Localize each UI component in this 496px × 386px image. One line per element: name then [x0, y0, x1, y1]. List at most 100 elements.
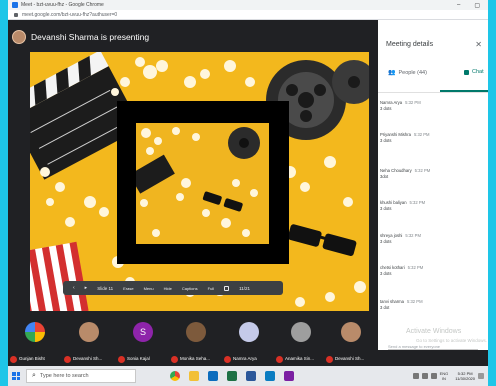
panel-title: Meeting details — [386, 41, 434, 48]
prev-slide-icon[interactable]: ‹ — [73, 285, 75, 291]
slide-count: 11/21 — [239, 285, 251, 291]
participant-tile[interactable]: Gunjan Bisht — [10, 322, 62, 366]
chat-message: Neha Choudhary 5:32 PM 3dot — [380, 168, 480, 180]
tab-chat-label: Chat — [472, 69, 484, 75]
erase-tool[interactable]: Erase — [123, 286, 133, 291]
participant-avatar — [79, 322, 99, 342]
chat-text: 3 dot — [380, 305, 390, 310]
chat-text: 3 dots — [380, 206, 392, 211]
nested-presentation-image — [136, 123, 269, 244]
participant-avatar — [239, 322, 259, 342]
participant-avatar — [341, 322, 361, 342]
tab-people[interactable]: 👥 People (44) — [388, 69, 427, 77]
chat-time: 5:32 PM — [405, 233, 421, 238]
participant-name: Devanshi Sh... — [73, 356, 103, 361]
presenter-text: Devanshi Sharma is presenting — [31, 32, 150, 42]
title-bar: Meet - bzt-uvuu-fhz - Google Chrome – ▢ — [8, 0, 488, 10]
nested-share-frame — [117, 101, 289, 264]
chat-icon — [464, 69, 469, 75]
taskbar: ⌕ Type here to search ENG IN 5:32 PM 11/… — [8, 366, 488, 386]
participant-tile[interactable]: Devanshi Sh... — [326, 322, 378, 366]
excel-icon[interactable] — [227, 371, 237, 381]
taskbar-search[interactable]: ⌕ Type here to search — [26, 369, 136, 383]
minimize-button[interactable]: – — [457, 2, 460, 9]
tab-divider — [378, 92, 488, 93]
chat-sender: chetsi kothari — [380, 265, 405, 270]
chat-time: 5:32 PM — [413, 132, 430, 137]
participant-name: Gunjan Bisht — [19, 356, 45, 361]
zoom-icon[interactable] — [224, 285, 230, 291]
presenter-avatar — [12, 30, 26, 44]
participants-strip: Gunjan Bisht Devanshi Sh... S Sonia Kaja… — [8, 316, 378, 366]
region-label: IN — [441, 376, 446, 381]
word-icon[interactable] — [246, 371, 256, 381]
close-icon[interactable]: ✕ — [475, 40, 482, 49]
participant-avatar — [25, 322, 45, 342]
chat-sender: tanvi sharma — [380, 299, 404, 304]
menu-tool[interactable]: Menu — [144, 286, 154, 291]
chat-message: Namra Arya 5:32 PM 3 dots — [380, 100, 480, 112]
windows-start-icon[interactable] — [12, 372, 20, 380]
chrome-icon[interactable] — [170, 371, 180, 381]
captions-tool[interactable]: Captions — [182, 286, 198, 291]
chat-message-input[interactable]: Send a message to everyone — [388, 344, 478, 350]
chat-time: 5:32 PM — [414, 168, 431, 173]
address-bar[interactable]: meet.google.com/bzt-uvuu-fhz?authuser=0 — [8, 10, 488, 20]
participant-name: Namra Arya — [233, 356, 257, 361]
participant-tile[interactable]: S Sonia Kajal — [118, 322, 170, 366]
chat-text: 3 dots — [380, 271, 392, 276]
chat-time: 5:32 PM — [409, 200, 426, 205]
participant-name: Monika Seha... — [180, 356, 211, 361]
chat-sender: shreya joshi — [380, 233, 403, 238]
battery-icon[interactable] — [430, 373, 437, 379]
participant-name: Devanshi Sh... — [335, 356, 365, 361]
chat-sender: Priyanshi Mishra — [380, 132, 411, 137]
volume-icon[interactable] — [421, 373, 428, 379]
activate-windows-subtitle: Go to Settings to activate Windows. — [416, 338, 488, 343]
fullscreen-tool[interactable]: Full — [208, 286, 214, 291]
participant-name: Sonia Kajal — [127, 356, 150, 361]
photos-icon[interactable] — [284, 371, 294, 381]
participant-tile[interactable]: Monika Seha... — [171, 322, 223, 366]
chat-text: 3 dots — [380, 138, 392, 143]
mic-off-icon — [64, 356, 71, 363]
participant-avatar: S — [133, 322, 153, 342]
participant-tile[interactable]: Devanshi Sh... — [64, 322, 116, 366]
hide-tool[interactable]: Hide — [164, 286, 172, 291]
mic-off-icon — [276, 356, 283, 363]
chat-time: 5:32 PM — [407, 265, 424, 270]
play-icon[interactable]: ▸ — [85, 285, 88, 291]
edge-icon[interactable] — [265, 371, 275, 381]
presenter-banner: Devanshi Sharma is presenting — [12, 30, 149, 44]
participant-tile[interactable]: Namra Arya — [224, 322, 276, 366]
mic-off-icon — [326, 356, 333, 363]
participant-tile[interactable]: Anamika Sin... — [276, 322, 328, 366]
meeting-details-panel: Meeting details ✕ 👥 People (44) Chat Nam… — [378, 20, 488, 350]
taskbar-clock[interactable]: 5:32 PM 11/30/2020 — [455, 371, 475, 381]
search-icon: ⌕ — [32, 372, 36, 379]
notifications-icon[interactable] — [478, 373, 484, 379]
network-icon[interactable] — [412, 373, 419, 379]
slide-toolbar: ‹ ▸ Slide 11 Erase Menu Hide Captions Fu… — [63, 281, 283, 295]
chat-text: 3 dots — [380, 106, 392, 111]
store-icon[interactable] — [208, 371, 218, 381]
tab-chat[interactable]: Chat — [464, 69, 484, 75]
mic-off-icon — [118, 356, 125, 363]
lock-icon — [14, 12, 18, 17]
activate-windows-title: Activate Windows — [406, 328, 462, 335]
participant-avatar — [186, 322, 206, 342]
meeting-stage: Devanshi Sharma is presenting ‹ ▸ Slide … — [8, 20, 378, 316]
chat-message: Priyanshi Mishra 5:32 PM 3 dots — [380, 132, 480, 144]
mic-off-icon — [10, 356, 17, 363]
mic-off-icon — [224, 356, 231, 363]
slide-label: Slide 11 — [97, 285, 114, 291]
meet-favicon-icon — [12, 2, 18, 8]
url-text[interactable]: meet.google.com/bzt-uvuu-fhz?authuser=0 — [22, 12, 117, 18]
chat-message: tanvi sharma 5:32 PM 3 dot — [380, 299, 480, 311]
participant-avatar — [291, 322, 311, 342]
shared-screen: ‹ ▸ Slide 11 Erase Menu Hide Captions Fu… — [30, 52, 369, 311]
chat-text: 3dot — [380, 174, 389, 179]
search-placeholder: Type here to search — [39, 373, 89, 379]
file-explorer-icon[interactable] — [189, 371, 199, 381]
maximize-button[interactable]: ▢ — [474, 2, 480, 9]
